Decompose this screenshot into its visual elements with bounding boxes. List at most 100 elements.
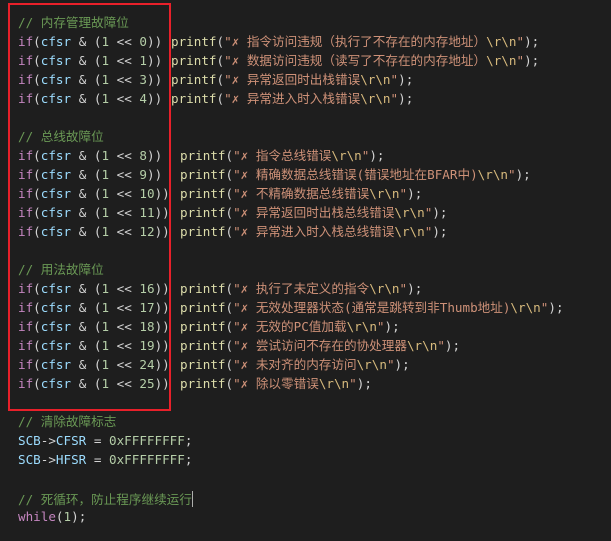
message-string: "✗ 无效的PC值加载 xyxy=(233,319,347,334)
printf-call: printf("✗ 异常返回时出栈错误\r\n"); xyxy=(171,72,414,87)
code-line[interactable]: if(cfsr & (1 << 25)) printf("✗ 除以零错误\r\n"… xyxy=(18,374,372,393)
register-name: cfsr xyxy=(40,357,72,372)
escape-sequence: \r\n xyxy=(369,281,400,296)
bit-number: 0 xyxy=(139,34,147,49)
message-string: "✗ 指令总线错误 xyxy=(233,148,332,163)
message-string: "✗ 未对齐的内存访问 xyxy=(233,357,357,372)
message-string: "✗ 无效处理器状态(通常是跳转到非Thumb地址) xyxy=(233,300,511,315)
code-line[interactable]: // 清除故障标志 xyxy=(18,412,116,431)
struct-name: SCB xyxy=(18,433,41,448)
code-line[interactable]: if(cfsr & (1 << 17)) printf("✗ 无效处理器状态(通常… xyxy=(18,298,564,317)
bit-number: 11 xyxy=(139,205,155,220)
register-name: cfsr xyxy=(40,281,72,296)
printf-call: printf("✗ 异常进入时入栈总线错误\r\n"); xyxy=(180,224,448,239)
message-string: "✗ 指令访问违规（执行了不存在的内存地址） xyxy=(224,34,487,49)
escape-sequence: \r\n xyxy=(318,376,350,391)
text-cursor xyxy=(191,491,193,507)
register-name: cfsr xyxy=(40,319,72,334)
code-line[interactable]: if(cfsr & (1 << 19)) printf("✗ 尝试访问不存在的协处… xyxy=(18,336,460,355)
bit-number: 24 xyxy=(139,357,155,372)
printf-call: printf("✗ 无效处理器状态(通常是跳转到非Thumb地址)\r\n"); xyxy=(180,300,564,315)
hex-value: 0xFFFFFFFF xyxy=(109,433,185,448)
printf-call: printf("✗ 精确数据总线错误(错误地址在BFAR中)\r\n"); xyxy=(180,167,531,182)
message-string: "✗ 数据访问违规（读写了不存在的内存地址） xyxy=(224,53,487,68)
code-line[interactable]: if(cfsr & (1 << 10)) printf("✗ 不精确数据总线错误\… xyxy=(18,184,422,203)
field-name: CFSR xyxy=(55,433,87,448)
register-name: cfsr xyxy=(40,53,72,68)
code-line[interactable]: // 总线故障位 xyxy=(18,127,104,146)
register-name: cfsr xyxy=(40,224,72,239)
register-name: cfsr xyxy=(40,376,72,391)
code-line[interactable]: if(cfsr & (1 << 16)) printf("✗ 执行了未定义的指令\… xyxy=(18,279,422,298)
escape-sequence: \r\n xyxy=(510,300,541,315)
printf-call: printf("✗ 无效的PC值加载\r\n"); xyxy=(180,319,400,334)
escape-sequence: \r\n xyxy=(406,338,438,353)
escape-sequence: \r\n xyxy=(394,224,425,239)
code-line[interactable]: if(cfsr & (1 << 1)) printf("✗ 数据访问违规（读写了不… xyxy=(18,51,539,70)
code-line[interactable]: if(cfsr & (1 << 4)) printf("✗ 异常进入时入栈错误\r… xyxy=(18,89,413,108)
escape-sequence: \r\n xyxy=(346,319,377,334)
register-name: cfsr xyxy=(40,338,72,353)
printf-call: printf("✗ 数据访问违规（读写了不存在的内存地址）\r\n"); xyxy=(171,53,540,68)
code-line[interactable]: if(cfsr & (1 << 0)) printf("✗ 指令访问违规（执行了不… xyxy=(18,32,539,51)
register-name: cfsr xyxy=(40,91,72,106)
code-line[interactable]: // 死循环，防止程序继续运行 xyxy=(18,488,193,507)
register-name: cfsr xyxy=(40,300,72,315)
code-line[interactable]: // 用法故障位 xyxy=(18,260,104,279)
code-line[interactable]: while(1); xyxy=(18,507,86,526)
loop-arg: 1 xyxy=(63,509,72,524)
code-line[interactable]: if(cfsr & (1 << 11)) printf("✗ 异常返回时出栈总线错… xyxy=(18,203,447,222)
code-comment: // 死循环，防止程序继续运行 xyxy=(18,492,192,507)
code-editor[interactable]: // 内存管理故障位 if(cfsr & (1 << 0)) printf("✗ 指… xyxy=(0,0,611,541)
bit-number: 25 xyxy=(139,376,155,391)
code-comment: // 总线故障位 xyxy=(18,129,104,144)
register-name: cfsr xyxy=(40,148,72,163)
printf-call: printf("✗ 执行了未定义的指令\r\n"); xyxy=(180,281,423,296)
code-line[interactable]: if(cfsr & (1 << 9)) printf("✗ 精确数据总线错误(错误… xyxy=(18,165,531,184)
code-line[interactable]: SCB->CFSR = 0xFFFFFFFF; xyxy=(18,431,192,450)
printf-call: printf("✗ 未对齐的内存访问\r\n"); xyxy=(180,357,410,372)
bit-number: 1 xyxy=(139,53,147,68)
bit-number: 4 xyxy=(139,91,147,106)
escape-sequence: \r\n xyxy=(477,167,508,182)
code-line[interactable]: if(cfsr & (1 << 12)) printf("✗ 异常进入时入栈总线错… xyxy=(18,222,447,241)
bit-number: 10 xyxy=(139,186,155,201)
code-comment: // 内存管理故障位 xyxy=(18,15,129,30)
escape-sequence: \r\n xyxy=(360,91,391,106)
bit-number: 8 xyxy=(139,148,147,163)
register-name: cfsr xyxy=(40,205,72,220)
code-line[interactable]: if(cfsr & (1 << 8)) printf("✗ 指令总线错误\r\n"… xyxy=(18,146,385,165)
printf-call: printf("✗ 指令访问违规（执行了不存在的内存地址）\r\n"); xyxy=(171,34,540,49)
register-name: cfsr xyxy=(40,167,72,182)
printf-call: printf("✗ 指令总线错误\r\n"); xyxy=(180,148,385,163)
code-line[interactable]: if(cfsr & (1 << 24)) printf("✗ 未对齐的内存访问\r… xyxy=(18,355,410,374)
register-name: cfsr xyxy=(40,72,72,87)
message-string: "✗ 异常返回时出栈总线错误 xyxy=(233,205,395,220)
message-string: "✗ 异常进入时入栈总线错误 xyxy=(233,224,395,239)
printf-call: printf("✗ 异常进入时入栈错误\r\n"); xyxy=(171,91,414,106)
register-name: cfsr xyxy=(40,186,72,201)
bit-number: 12 xyxy=(139,224,155,239)
field-name: HFSR xyxy=(55,452,87,467)
bit-number: 19 xyxy=(139,338,155,353)
escape-sequence: \r\n xyxy=(486,34,517,49)
hex-value: 0xFFFFFFFF xyxy=(109,452,185,467)
message-string: "✗ 尝试访问不存在的协处理器 xyxy=(233,338,407,353)
code-line[interactable]: // 内存管理故障位 xyxy=(18,13,129,32)
message-string: "✗ 异常进入时入栈错误 xyxy=(224,91,361,106)
printf-call: printf("✗ 不精确数据总线错误\r\n"); xyxy=(180,186,423,201)
code-line[interactable]: if(cfsr & (1 << 3)) printf("✗ 异常返回时出栈错误\r… xyxy=(18,70,413,89)
bit-number: 16 xyxy=(139,281,155,296)
code-line[interactable]: if(cfsr & (1 << 18)) printf("✗ 无效的PC值加载\r… xyxy=(18,317,400,336)
bit-number: 17 xyxy=(139,300,155,315)
message-string: "✗ 执行了未定义的指令 xyxy=(233,281,370,296)
printf-call: printf("✗ 尝试访问不存在的协处理器\r\n"); xyxy=(180,338,461,353)
escape-sequence: \r\n xyxy=(331,148,362,163)
struct-name: SCB xyxy=(18,452,41,467)
code-line[interactable]: SCB->HFSR = 0xFFFFFFFF; xyxy=(18,450,192,469)
message-string: "✗ 精确数据总线错误(错误地址在BFAR中) xyxy=(233,167,478,182)
escape-sequence: \r\n xyxy=(360,72,391,87)
escape-sequence: \r\n xyxy=(394,205,425,220)
printf-call: printf("✗ 异常返回时出栈总线错误\r\n"); xyxy=(180,205,448,220)
escape-sequence: \r\n xyxy=(356,357,387,372)
